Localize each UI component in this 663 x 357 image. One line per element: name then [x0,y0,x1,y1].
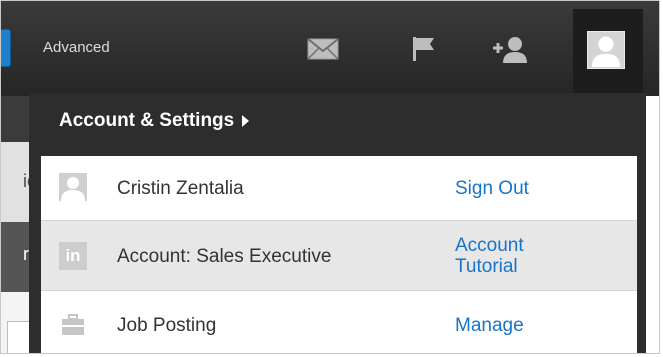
envelope-icon[interactable] [303,31,343,67]
profile-avatar-icon[interactable] [587,31,625,69]
search-button[interactable] [1,29,11,67]
account-type[interactable]: Account: Sales Executive [117,246,331,268]
account-menu-list: Cristin Zentalia Sign Out in Account: Sa… [41,156,637,353]
account-tutorial-line2: Tutorial [455,256,518,277]
flag-icon[interactable] [403,31,443,67]
advanced-search-link[interactable]: Advanced [43,39,110,56]
job-posting-label[interactable]: Job Posting [117,315,216,337]
user-name[interactable]: Cristin Zentalia [117,178,244,200]
account-tutorial-line1: Account [455,235,524,256]
list-item-job-posting: Job Posting Manage [41,291,637,353]
account-tutorial-link[interactable]: Account Tutorial [455,235,524,277]
manage-link[interactable]: Manage [455,315,524,336]
add-connection-icon[interactable] [489,31,529,67]
caret-right-icon [242,115,250,127]
account-settings-header[interactable]: Account & Settings [59,110,250,132]
sign-out-link[interactable]: Sign Out [455,178,529,199]
screen-frame: Advanced ic ri Account & [0,0,660,354]
list-item-user: Cristin Zentalia Sign Out [41,156,637,221]
user-avatar-icon [59,173,87,201]
briefcase-icon [59,311,87,339]
account-settings-label: Account & Settings [59,110,235,131]
list-item-account: in Account: Sales Executive Account Tuto… [41,221,637,291]
linkedin-icon: in [59,242,87,270]
